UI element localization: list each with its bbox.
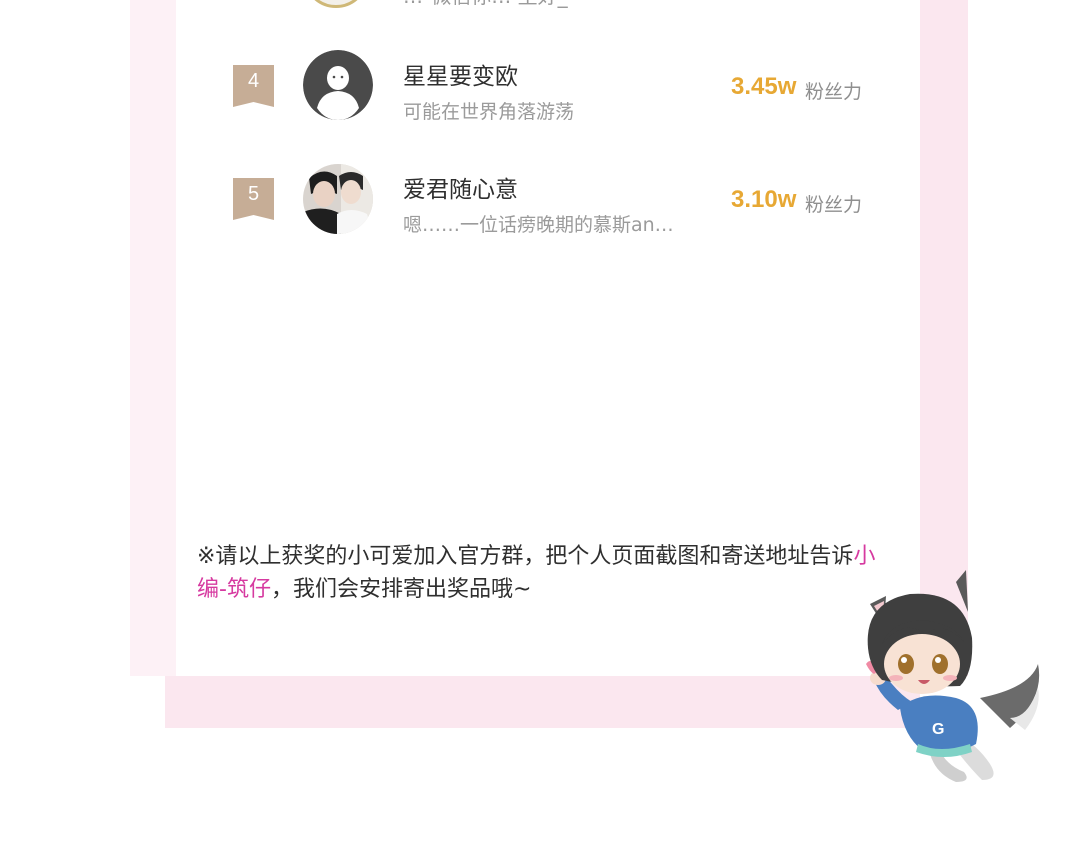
pink-frame-bottom	[165, 676, 920, 728]
notice-text-end: ，我们会安排寄出奖品哦~	[270, 577, 532, 602]
fan-power-label: 粉丝力	[805, 81, 863, 103]
rank-number: 5	[247, 183, 260, 205]
user-name[interactable]: 爱君随心意	[403, 170, 518, 204]
leaderboard-row[interactable]: 4 星星要变欧 可能在世界角落游荡 3.45w 粉丝力	[0, 45, 1080, 135]
svg-text:G: G	[932, 721, 944, 738]
rank-badge: 4	[233, 65, 274, 107]
fan-power-label: 粉丝力	[805, 194, 863, 216]
leaderboard-row[interactable]: 5 爱君随心意 嗯……一位话痨晚期的慕斯an… 3.10w 粉丝力	[0, 158, 1080, 248]
rank-badge: 5	[233, 178, 274, 220]
avatar[interactable]	[303, 50, 373, 120]
avatar[interactable]	[303, 164, 373, 234]
notice-text: ※请以上获奖的小可爱加入官方群，把个人页面截图和寄送地址告诉	[197, 544, 854, 569]
user-bio: …ᵕ微信你… 里好_ ᵕ	[403, 0, 582, 9]
user-name[interactable]: 星星要变欧	[403, 57, 518, 91]
fan-power-score: 3.45w	[731, 73, 797, 100]
fan-power-score: 3.10w	[731, 186, 797, 213]
chibi-mascot-illustration: G	[860, 568, 1050, 788]
default-person-icon	[303, 50, 373, 120]
user-bio: 嗯……一位话痨晚期的慕斯an…	[403, 214, 674, 236]
rank-number: 4	[247, 70, 260, 92]
photo-avatar-icon	[303, 164, 373, 234]
user-bio: 可能在世界角落游荡	[403, 101, 575, 123]
prize-notice: ※请以上获奖的小可爱加入官方群，把个人页面截图和寄送地址告诉小编-筑仔，我们会安…	[197, 540, 897, 606]
